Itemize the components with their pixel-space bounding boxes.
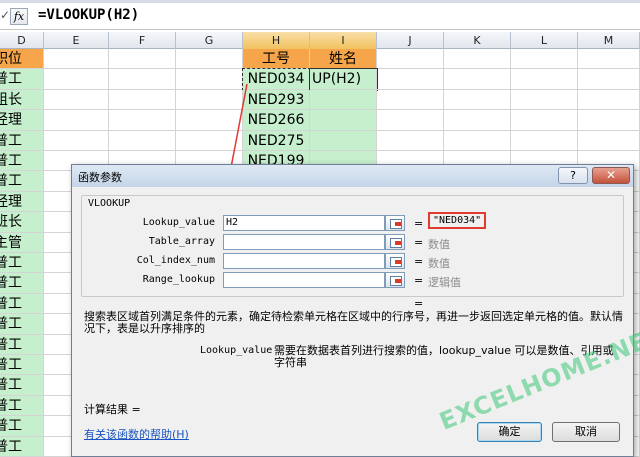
arg-label: Col_index_num [136,255,215,266]
arg-label: Table_array [148,236,215,247]
arg-label: Range_lookup [142,274,215,285]
arg-row-range-lookup: Range_lookup = 逻辑值 [72,272,633,289]
close-button[interactable]: ✕ [592,167,630,184]
arg-row-table-array: Table_array = 数值 [72,234,633,251]
arg-result: "NED034" [428,212,487,229]
dialog-titlebar[interactable]: 函数参数 ? ✕ [72,165,633,187]
function-name: VLOOKUP [86,198,133,209]
range-lookup-input[interactable] [223,272,385,288]
arg-result: 数值 [428,238,450,251]
ok-button[interactable]: 确定 [477,422,542,442]
arg-description-name: Lookup_value [200,345,273,356]
lookup-value-input[interactable]: H2 [223,215,385,231]
cancel-button[interactable]: 取消 [552,422,620,442]
formula-result-equals: = [414,297,424,310]
range-select-icon[interactable] [385,253,405,269]
function-help-link[interactable]: 有关该函数的帮助(H) [84,426,189,442]
arg-row-lookup-value: Lookup_value H2 = "NED034" [72,212,633,231]
arg-label: Lookup_value [142,217,215,228]
equals-sign: = [414,217,424,230]
equals-sign: = [414,236,424,249]
col-index-input[interactable] [223,253,385,269]
function-arguments-dialog: 函数参数 ? ✕ VLOOKUP Lookup_value H2 = "NED0… [71,164,634,457]
arg-row-col-index: Col_index_num = 数值 [72,253,633,270]
dialog-title: 函数参数 [78,171,122,184]
arg-result: 逻辑值 [428,276,461,289]
arg-result: 数值 [428,257,450,270]
range-select-icon[interactable] [385,234,405,250]
equals-sign: = [414,255,424,268]
function-description: 搜索表区域首列满足条件的元素，确定待检索单元格在区域中的行序号，再进一步返回选定… [84,310,623,335]
help-button[interactable]: ? [558,167,588,184]
calculation-result: 计算结果 = [84,403,141,416]
range-select-icon[interactable] [385,215,405,231]
table-array-input[interactable] [223,234,385,250]
equals-sign: = [414,274,424,287]
range-select-icon[interactable] [385,272,405,288]
